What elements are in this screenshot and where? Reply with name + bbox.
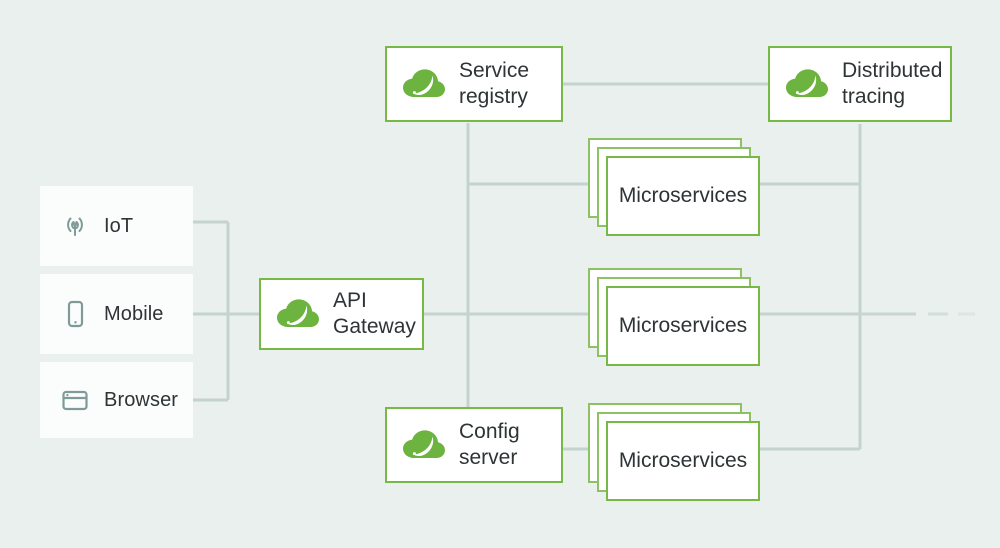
microservices-stack-middle[interactable]: Microservices [588, 268, 760, 372]
browser-window-icon [58, 383, 92, 417]
api-gateway-label-line2: Gateway [333, 315, 416, 338]
iot-antenna-icon [58, 209, 92, 243]
microservices-sheet-front[interactable]: Microservices [606, 421, 760, 501]
client-label-iot: IoT [104, 214, 134, 237]
architecture-diagram: IoT Mobile Browser API Gateway Service r… [0, 0, 1000, 548]
distributed-tracing-label-line2: tracing [842, 85, 906, 108]
spring-cloud-icon [784, 61, 830, 107]
config-server-label-line2: server [459, 446, 518, 469]
config-server-label-line1: Config [459, 420, 520, 444]
api-gateway-label-line1: API [333, 289, 367, 313]
config-server-box[interactable]: Config server [385, 407, 563, 483]
client-label-mobile: Mobile [104, 302, 164, 325]
service-registry-box[interactable]: Service registry [385, 46, 563, 122]
spring-cloud-icon [275, 291, 321, 337]
microservices-sheet-front[interactable]: Microservices [606, 286, 760, 366]
service-registry-label-line1: Service [459, 59, 530, 83]
api-gateway-label: API Gateway [333, 288, 416, 339]
microservices-stack-bottom[interactable]: Microservices [588, 403, 760, 507]
microservices-sheet-front[interactable]: Microservices [606, 156, 760, 236]
api-gateway-box[interactable]: API Gateway [259, 278, 424, 350]
client-label-browser: Browser [104, 388, 179, 411]
microservices-stack-top[interactable]: Microservices [588, 138, 760, 242]
distributed-tracing-box[interactable]: Distributed tracing [768, 46, 952, 122]
microservices-label: Microservices [618, 449, 748, 472]
spring-cloud-icon [401, 61, 447, 107]
distributed-tracing-label-line1: Distributed [842, 59, 943, 83]
mobile-phone-icon [58, 297, 92, 331]
client-box-mobile[interactable]: Mobile [40, 274, 193, 354]
client-box-browser[interactable]: Browser [40, 362, 193, 438]
service-registry-label: Service registry [459, 58, 529, 109]
microservices-label: Microservices [618, 314, 748, 337]
client-box-iot[interactable]: IoT [40, 186, 193, 266]
service-registry-label-line2: registry [459, 85, 528, 108]
distributed-tracing-label: Distributed tracing [842, 58, 942, 109]
spring-cloud-icon [401, 422, 447, 468]
config-server-label: Config server [459, 419, 520, 470]
microservices-label: Microservices [618, 184, 748, 207]
